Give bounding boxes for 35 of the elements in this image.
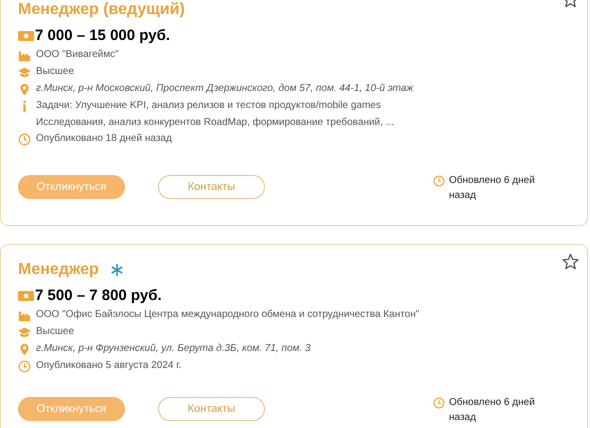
clock-icon [18, 133, 31, 146]
address-text: г.Минск, р-н Московский, Проспект Дзержинского, дом 57, пом. 44-1, 10-й этаж [36, 82, 414, 96]
factory-icon [18, 309, 31, 322]
detail-text: Опубликовано 18 дней назад [36, 132, 172, 146]
updated-text: Обновлено 6 дней [449, 396, 535, 410]
vacancy-title[interactable]: Менеджер (ведущий) [18, 0, 185, 21]
clock-icon [18, 360, 31, 373]
detail-text: Опубликовано 5 августа 2024 г. [36, 359, 182, 373]
money-icon [18, 290, 34, 302]
detail-text: Задачи: Улучшение KPI, анализ релизов и тестов продуктов/mobile games [36, 99, 382, 113]
graduation-cap-icon [18, 66, 31, 79]
updated-text: назад [449, 411, 477, 425]
factory-icon [18, 49, 31, 62]
vacancy-title[interactable]: Менеджер [18, 259, 99, 281]
contacts-button[interactable]: Контакты [158, 175, 265, 199]
star-icon[interactable] [562, 253, 579, 270]
salary: 7 500 – 7 800 руб. [35, 286, 162, 306]
detail-text: Высшее [36, 65, 74, 79]
graduation-cap-icon [18, 326, 31, 339]
address-text: г.Минск, р-н Фрунзенский, ул. Берута д.3Б, ком. 71, пом. 3 [36, 342, 311, 356]
location-pin-icon [18, 83, 31, 96]
detail-text: ООО "Вивагеймс" [36, 48, 119, 62]
contacts-button[interactable]: Контакты [158, 397, 265, 421]
salary: 7 000 – 15 000 руб. [35, 26, 170, 46]
clock-icon [433, 397, 445, 409]
clock-icon [433, 175, 445, 187]
money-icon [18, 30, 34, 42]
updated-text: Обновлено 6 дней [449, 174, 535, 188]
location-pin-icon [18, 343, 31, 356]
respond-button[interactable]: Откликнуться [18, 397, 125, 421]
detail-text: Высшее [36, 325, 74, 339]
detail-text: ООО "Офис Байэлосы Центра международного обмена и сотрудничества Кантон" [36, 308, 420, 322]
respond-button[interactable]: Откликнуться [18, 175, 125, 199]
updated-text: назад [449, 189, 477, 203]
detail-text: Исследования, анализ конкурентов RoadMap, формирование требований, ... [36, 116, 394, 130]
